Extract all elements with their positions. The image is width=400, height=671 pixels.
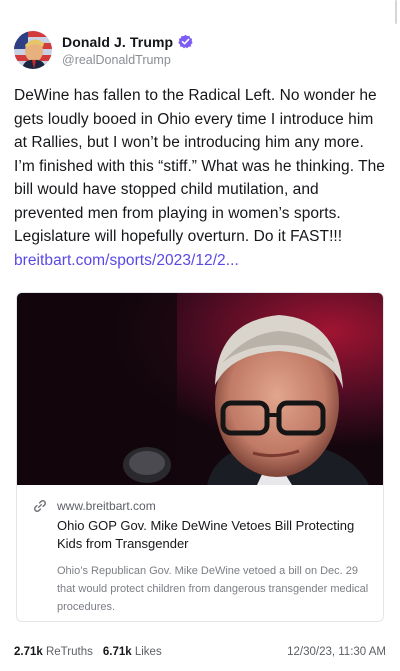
verified-badge-icon (178, 34, 193, 49)
post-header: Donald J. Trump @realDonaldTrump (14, 28, 193, 72)
post-footer: 2.71k ReTruths 6.71k Likes 12/30/23, 11:… (14, 646, 386, 658)
retruths-stat[interactable]: 2.71k ReTruths (14, 646, 93, 658)
likes-stat[interactable]: 6.71k Likes (103, 646, 162, 658)
link-icon (33, 499, 47, 513)
likes-label: Likes (134, 646, 162, 658)
likes-count: 6.71k (102, 646, 132, 658)
link-preview-domain: www.breitbart.com (57, 499, 156, 513)
retruths-count: 2.71k (14, 646, 43, 658)
link-preview-body: www.breitbart.com Ohio GOP Gov. Mike DeW… (17, 485, 383, 616)
link-preview-title[interactable]: Ohio GOP Gov. Mike DeWine Vetoes Bill Pr… (57, 517, 369, 553)
post-body: DeWine has fallen to the Radical Left. N… (14, 84, 386, 272)
post-link[interactable]: breitbart.com/sports/2023/12/2... (14, 252, 239, 269)
link-preview-card[interactable]: www.breitbart.com Ohio GOP Gov. Mike DeW… (16, 292, 384, 622)
author-block: Donald J. Trump @realDonaldTrump (62, 34, 193, 67)
link-preview-description: Ohio’s Republican Gov. Mike DeWine vetoe… (57, 565, 369, 613)
scrollbar[interactable] (395, 0, 397, 24)
post-text: DeWine has fallen to the Radical Left. N… (14, 87, 385, 245)
post-timestamp[interactable]: 12/30/23, 11:30 AM (287, 646, 386, 658)
retruths-label: ReTruths (45, 646, 93, 658)
display-name[interactable]: Donald J. Trump (62, 34, 173, 50)
handle[interactable]: @realDonaldTrump (62, 53, 193, 67)
avatar[interactable] (14, 31, 52, 69)
link-preview-image[interactable] (17, 293, 383, 485)
